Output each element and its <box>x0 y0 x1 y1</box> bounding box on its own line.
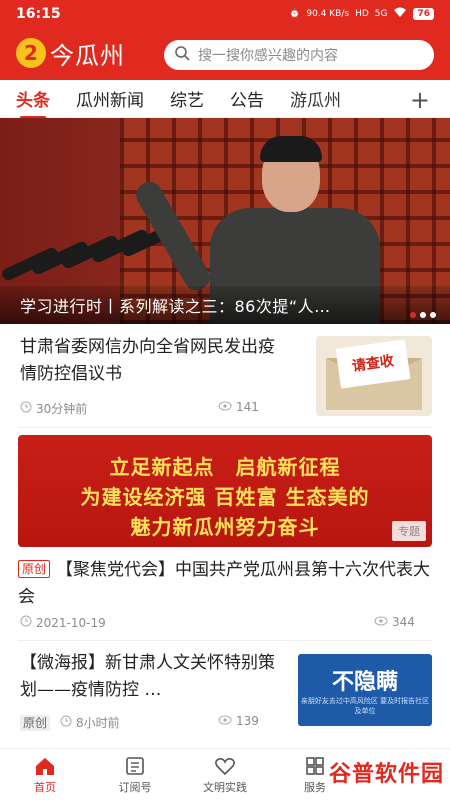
news-item[interactable]: 原创 【聚焦党代会】中国共产党瓜州县第十六次代表大会 2021-10-19 344 <box>18 557 432 635</box>
divider <box>18 640 432 641</box>
clock-icon <box>20 401 32 416</box>
watermark-logo: 谷普软件园 <box>328 762 444 787</box>
carousel-dot <box>430 312 436 318</box>
channel-tabs: 头条 瓜州新闻 综艺 公告 游瓜州 <box>0 80 450 119</box>
subscription-icon <box>124 755 146 777</box>
alarm-icon: ⏰ <box>289 9 301 19</box>
hero-carousel[interactable]: 学习进行时丨系列解读之三：86次提“人… <box>0 118 450 324</box>
news-time-text: 8小时前 <box>76 716 120 730</box>
news-views-count: 139 <box>236 714 259 728</box>
status-time: 16:15 <box>16 6 61 22</box>
nav-subscriptions-label: 订阅号 <box>118 781 152 794</box>
banner-line-1: 立足新起点 启航新征程 <box>109 455 341 479</box>
tab-variety[interactable]: 综艺 <box>170 86 204 111</box>
search-input[interactable]: 搜一搜你感兴趣的内容 <box>164 40 434 70</box>
signal-label: 5G <box>374 9 388 19</box>
app-logo[interactable]: 2 今瓜州 <box>16 36 125 70</box>
news-time: 30分钟前 <box>20 400 87 417</box>
tab-tour-guazhou[interactable]: 游瓜州 <box>290 86 341 111</box>
original-badge: 原创 <box>20 714 51 731</box>
add-channel-icon[interactable]: + <box>410 86 430 114</box>
battery-indicator: 76 <box>413 8 434 20</box>
news-title: 原创 【聚焦党代会】中国共产党瓜州县第十六次代表大会 <box>18 557 432 611</box>
carousel-dots <box>410 312 436 318</box>
news-thumbnail: 请查收 <box>316 336 432 416</box>
news-views: 344 <box>374 615 415 629</box>
tab-headlines[interactable]: 头条 <box>16 86 50 119</box>
home-icon <box>34 755 56 777</box>
hd-badge: HD <box>355 9 369 19</box>
divider <box>18 427 432 428</box>
carousel-dot <box>410 312 416 318</box>
tab-guazhou-news[interactable]: 瓜州新闻 <box>76 86 144 111</box>
banner-line-2: 为建设经济强 百姓富 生态美的 <box>80 485 370 509</box>
services-icon <box>304 755 326 777</box>
news-views-count: 344 <box>392 615 415 629</box>
news-title-text: 【聚焦党代会】中国共产党瓜州县第十六次代表大会 <box>18 560 431 607</box>
clock-icon <box>60 715 72 730</box>
eye-icon <box>218 400 232 414</box>
heart-icon <box>214 755 236 777</box>
logo-mark-icon: 2 <box>16 38 46 68</box>
search-icon <box>174 45 190 65</box>
news-title: 甘肃省委网信办向全省网民发出疫情防控倡议书 <box>20 337 275 384</box>
news-time-text: 30分钟前 <box>36 402 88 416</box>
clock-icon <box>20 615 32 630</box>
nav-civilization[interactable]: 文明实践 <box>180 755 270 795</box>
banner-line-3: 魅力新瓜州努力奋斗 <box>130 515 320 539</box>
status-icons: ⏰ 90.4 KB/s HD 5G 76 <box>289 7 434 21</box>
net-speed: 90.4 KB/s <box>306 9 350 19</box>
search-placeholder: 搜一搜你感兴趣的内容 <box>198 48 338 64</box>
thumbnail-headline: 不隐瞒 <box>331 670 398 695</box>
news-views-count: 141 <box>236 400 259 414</box>
news-views: 139 <box>218 714 259 728</box>
nav-subscriptions[interactable]: 订阅号 <box>90 755 180 795</box>
thumbnail-subtext: 亲朋好友去过中高风险区 要及时报告社区及单位 <box>300 697 430 715</box>
original-badge: 原创 <box>18 560 51 578</box>
wifi-icon <box>393 7 407 21</box>
news-thumbnail: 不隐瞒 亲朋好友去过中高风险区 要及时报告社区及单位 <box>298 654 432 726</box>
carousel-dot <box>420 312 426 318</box>
news-time: 2021-10-19 <box>20 615 106 630</box>
eye-icon <box>374 615 388 629</box>
news-time-text: 2021-10-19 <box>36 615 106 630</box>
news-item[interactable]: 甘肃省委网信办向全省网民发出疫情防控倡议书 请查收 30分钟前 141 <box>18 334 432 430</box>
news-title: 【微海报】新甘肃人文关怀特别策划——疫情防控 … <box>20 653 275 700</box>
app-name: 今瓜州 <box>50 41 125 70</box>
eye-icon <box>218 714 232 728</box>
news-item[interactable]: 【微海报】新甘肃人文关怀特别策划——疫情防控 … 不隐瞒 亲朋好友去过中高风险区… <box>18 650 432 738</box>
nav-home[interactable]: 首页 <box>0 755 90 795</box>
nav-home-label: 首页 <box>34 781 56 794</box>
status-bar: 16:15 ⏰ 90.4 KB/s HD 5G 76 <box>0 0 450 28</box>
tab-notice[interactable]: 公告 <box>230 86 264 111</box>
feature-banner[interactable]: 立足新起点 启航新征程 为建设经济强 百姓富 生态美的 魅力新瓜州努力奋斗 专题 <box>18 435 432 547</box>
hero-caption[interactable]: 学习进行时丨系列解读之三：86次提“人… <box>0 286 450 324</box>
nav-civilization-label: 文明实践 <box>203 781 247 794</box>
news-time: 原创 8小时前 <box>20 714 120 731</box>
nav-services-label: 服务 <box>304 781 326 794</box>
topic-badge: 专题 <box>392 521 426 541</box>
news-views: 141 <box>218 400 259 414</box>
